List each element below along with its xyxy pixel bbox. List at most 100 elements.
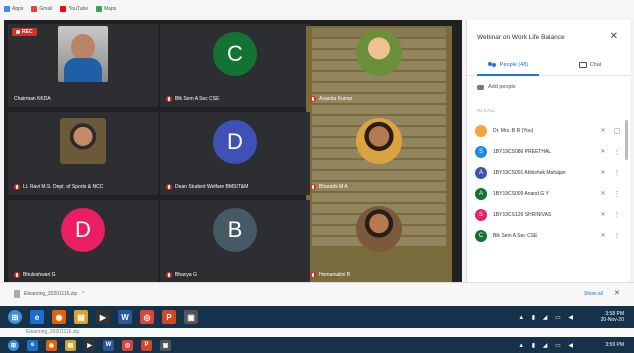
system-tray[interactable]: ▲ ▮ ◢ ▭ ◀ (518, 314, 576, 321)
list-item[interactable]: Dr. Mrs. B R (You) ✕ ▢ (475, 120, 625, 141)
participant-name-text: Bharathi M A (319, 184, 348, 190)
mic-off-icon[interactable]: ✕ (599, 148, 607, 155)
powerpoint-icon[interactable]: P (141, 339, 152, 351)
download-item[interactable]: Elearning_20201116.zip ⌃ (14, 290, 85, 298)
list-item[interactable]: A 1BY19CS009 Anand G Y ✕ ⋮ (475, 183, 625, 204)
close-icon[interactable]: ✕ (610, 31, 618, 42)
participant-name-text: Blk Sem A Sec CSE (175, 96, 220, 102)
more-options-icon[interactable]: ⋮ (613, 148, 621, 156)
bookmark-label: Maps (104, 6, 117, 12)
participant-tile[interactable]: B Bhavya G (160, 200, 310, 282)
media-player-icon[interactable]: ▶ (96, 310, 110, 324)
youtube-icon (60, 6, 67, 12)
more-options-icon[interactable]: ⋮ (613, 169, 621, 177)
mic-off-icon[interactable]: ✕ (599, 169, 607, 176)
participant-name: Hemamalini B (310, 272, 350, 278)
participant-name: Bhuleshwari G (14, 272, 56, 278)
avatar-letter: S (478, 211, 483, 218)
word-icon[interactable]: W (118, 310, 132, 324)
participant-name: 1BY19CS009 Anand G Y (493, 190, 549, 197)
more-options-icon[interactable]: ⋮ (613, 190, 621, 198)
list-item[interactable]: S 1BY19CS126 SHRINIVAS ✕ ⋮ (475, 204, 625, 225)
mic-off-icon[interactable]: ✕ (599, 190, 607, 197)
participant-name: 1BY19CS126 SHRINIVAS (493, 211, 552, 218)
list-item[interactable]: C Blk Sem A Sec CSE ✕ ⋮ (475, 225, 625, 246)
explorer-icon[interactable]: ▤ (74, 310, 88, 324)
chrome-icon[interactable]: ◎ (122, 339, 133, 351)
app-icon[interactable]: ▣ (160, 339, 171, 351)
participant-name: Dean Student Welfare BMSIT&M (166, 184, 248, 190)
participant-tile[interactable]: C Blk Sem A Sec CSE (160, 24, 310, 107)
mic-off-icon (166, 184, 172, 190)
participant-name: Bhavya G (166, 272, 197, 278)
mic-off-icon[interactable]: ✕ (599, 127, 607, 134)
participant-video (356, 206, 402, 252)
participant-name: Dr. Mrs. B R (You) (493, 127, 534, 134)
avatar-letter: B (227, 217, 243, 242)
more-options-icon[interactable]: ⋮ (613, 211, 621, 219)
ie-icon[interactable]: e (30, 310, 44, 324)
tab-people[interactable]: People (48) (467, 54, 549, 76)
explorer-icon[interactable]: ▤ (65, 339, 76, 351)
participant-tile[interactable]: Chairman KKDA (8, 24, 158, 107)
word-icon[interactable]: W (103, 339, 114, 351)
more-options-icon[interactable]: ⋮ (613, 232, 621, 240)
participant-tile[interactable]: D Dean Student Welfare BMSIT&M (160, 112, 310, 195)
tab-label: Chat (589, 61, 602, 68)
pin-icon[interactable]: ▢ (613, 127, 621, 135)
participant-tile[interactable]: Hemamalini B (304, 200, 454, 282)
participant-name-text: Bhuleshwari G (23, 272, 56, 278)
participant-tile[interactable]: D Bhuleshwari G (8, 200, 158, 282)
bookmark-apps[interactable]: Apps (4, 6, 23, 12)
system-tray[interactable]: ▲ ▮ ◢ ▭ ◀ (518, 342, 576, 349)
chrome-icon[interactable]: ◎ (140, 310, 154, 324)
start-icon[interactable]: ⊞ (8, 339, 19, 351)
avatar: A (475, 187, 487, 200)
add-people-button[interactable]: Add people (477, 84, 516, 90)
clock[interactable]: 3:59 PM (605, 342, 624, 348)
participant-name-text: Dean Student Welfare BMSIT&M (175, 184, 249, 190)
list-item[interactable]: A 1BY19CS001 Abhishek Mahajan ✕ ⋮ (475, 162, 625, 183)
participant-name: Lt. Ravi M.S. Dept. of Sports & NCC (14, 184, 103, 190)
bookmark-gmail[interactable]: Gmail (31, 6, 52, 12)
meeting-grid: REC Chairman KKDA C Blk Sem A Sec CSE An… (4, 20, 462, 282)
start-icon[interactable]: ⊞ (8, 310, 22, 324)
bookmark-maps[interactable]: Maps (96, 6, 116, 12)
mic-off-icon[interactable]: ✕ (599, 211, 607, 218)
mic-off-icon[interactable]: ✕ (599, 232, 607, 239)
mic-off-icon (14, 184, 20, 190)
downloads-bar: Elearning_20201116.zip ⌃ Show all ✕ (0, 282, 634, 306)
tab-chat[interactable]: Chat (549, 54, 631, 75)
chevron-up-icon[interactable]: ⌃ (81, 291, 85, 297)
app-icon[interactable]: ▣ (184, 310, 198, 324)
scrollbar[interactable] (625, 120, 628, 160)
close-icon[interactable]: ✕ (614, 289, 620, 297)
participant-tile[interactable]: Bharathi M A (304, 112, 454, 195)
clock[interactable]: 3:58 PM 20-Nov-20 (601, 311, 624, 323)
participant-tile[interactable]: Ananda Kumar (304, 24, 454, 107)
bookmark-label: Apps (12, 6, 24, 12)
mic-off-icon (310, 272, 316, 278)
participant-name: 1BY19CS086 PREETHAL (493, 148, 552, 155)
avatar-letter: D (227, 129, 243, 154)
participant-name-text: Bhavya G (175, 272, 197, 278)
avatar-letter: C (478, 232, 484, 239)
participant-tile[interactable]: Lt. Ravi M.S. Dept. of Sports & NCC (8, 112, 158, 195)
participant-video (356, 118, 402, 164)
tab-label: People (48) (499, 61, 529, 68)
clock-time: 3:59 PM (605, 342, 624, 348)
clock-date: 20-Nov-20 (600, 317, 624, 323)
media-player-icon[interactable]: ▶ (84, 339, 95, 351)
divider (0, 328, 634, 337)
firefox-icon[interactable]: ◉ (52, 310, 66, 324)
participant-name: Bharathi M A (310, 184, 348, 190)
show-all-link[interactable]: Show all (584, 291, 603, 297)
participant-list: Dr. Mrs. B R (You) ✕ ▢ S 1BY19CS086 PREE… (475, 120, 625, 246)
chat-icon (578, 61, 587, 68)
ie-icon[interactable]: e (27, 339, 38, 351)
bookmark-youtube[interactable]: YouTube (60, 6, 88, 12)
firefox-icon[interactable]: ◉ (46, 339, 57, 351)
powerpoint-icon[interactable]: P (162, 310, 176, 324)
list-item[interactable]: S 1BY19CS086 PREETHAL ✕ ⋮ (475, 141, 625, 162)
participant-avatar: B (213, 208, 257, 252)
